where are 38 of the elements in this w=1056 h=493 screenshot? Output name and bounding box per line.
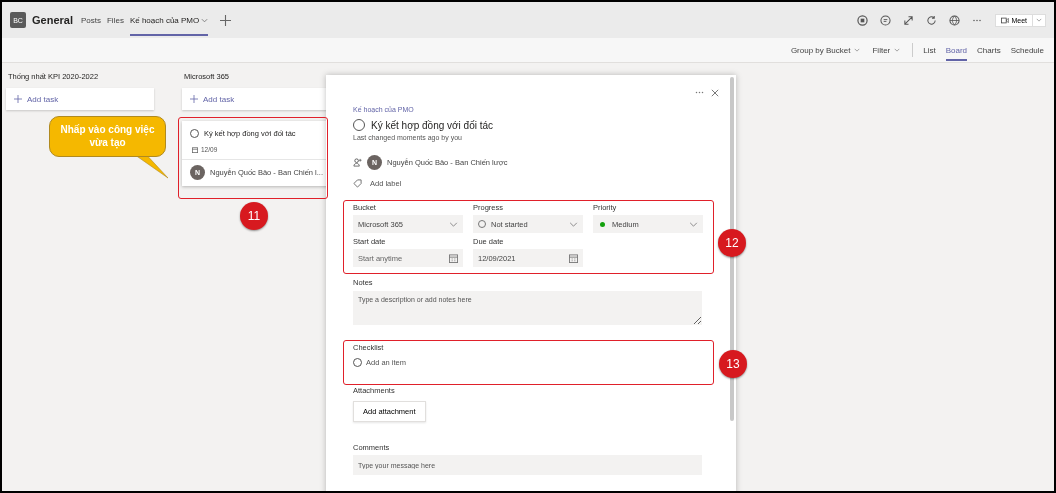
step-marker: 11 xyxy=(240,202,268,230)
step-marker: 12 xyxy=(718,229,746,257)
add-tab-icon[interactable] xyxy=(220,14,232,26)
task-title: Ký kết hợp đồng với đối tác xyxy=(371,119,494,131)
calendar-icon xyxy=(569,253,578,263)
step-marker: 13 xyxy=(719,350,747,378)
view-tab[interactable]: List xyxy=(923,39,936,61)
assign-person-icon[interactable] xyxy=(353,158,362,167)
calendar-icon xyxy=(192,146,198,153)
refresh-icon[interactable] xyxy=(926,14,938,26)
video-camera-icon xyxy=(1001,16,1010,24)
caret-icon xyxy=(1036,18,1042,22)
caret-icon xyxy=(894,48,901,52)
view-tab[interactable]: Charts xyxy=(977,39,1001,61)
channel-tab[interactable]: Kế hoạch của PMO xyxy=(129,4,209,36)
channel-tab[interactable]: Files xyxy=(107,4,124,36)
view-tab[interactable]: Schedule xyxy=(1010,39,1044,61)
view-tab[interactable]: Board xyxy=(945,39,968,61)
calendar-icon xyxy=(449,253,458,263)
filter-dropdown[interactable]: Filter xyxy=(872,45,901,55)
chat-icon[interactable] xyxy=(880,14,892,26)
chevron-icon xyxy=(569,221,578,227)
expand-icon[interactable] xyxy=(903,14,915,26)
chevron-icon xyxy=(689,221,698,227)
chevron-icon xyxy=(449,221,458,227)
close-icon[interactable] xyxy=(711,89,719,97)
add-task-button[interactable]: Add task xyxy=(6,88,154,110)
plus-icon xyxy=(190,95,198,103)
globe-icon[interactable] xyxy=(949,14,961,26)
team-name: General xyxy=(32,14,73,26)
circle-icon[interactable] xyxy=(857,14,869,26)
channel-tab[interactable]: Posts xyxy=(80,4,101,36)
caret-icon xyxy=(854,48,861,52)
group-by-dropdown[interactable]: Group by Bucket xyxy=(790,45,861,55)
caret-icon xyxy=(201,17,209,23)
plus-icon xyxy=(14,95,22,103)
tag-icon xyxy=(353,179,362,188)
more-icon[interactable] xyxy=(972,18,983,22)
